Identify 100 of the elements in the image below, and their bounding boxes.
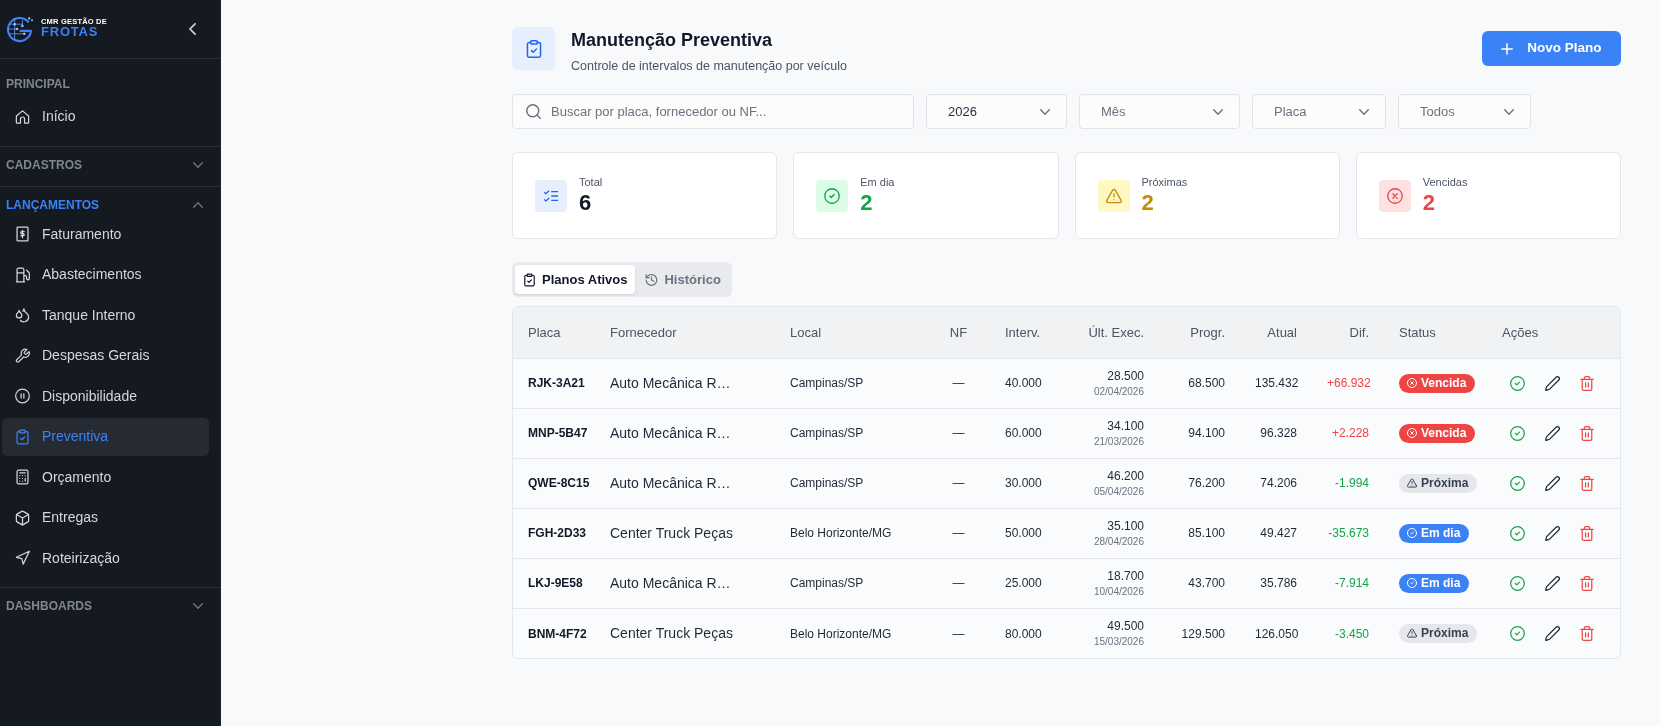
calculator-icon (15, 469, 30, 486)
package-icon (15, 509, 30, 526)
filter-dropdown[interactable]: 2026 (926, 94, 1067, 130)
table-cell: 49.427 (1241, 508, 1313, 559)
table-cell: +66.932 (1313, 358, 1385, 409)
navigation-arrow-icon (15, 550, 30, 567)
search-field[interactable]: Buscar por placa, fornecedor ou NF... (512, 94, 914, 130)
sidebar-item[interactable]: Entregas (2, 499, 209, 537)
circle-x-icon (1407, 378, 1417, 389)
date-text: 05/04/2026 (1092, 484, 1144, 498)
table-cell: 85.100 (1160, 508, 1241, 559)
filter-dropdown[interactable]: Placa (1252, 94, 1386, 130)
chevron-down-icon (193, 603, 203, 609)
circle-check-icon (1407, 528, 1417, 539)
column-header: Fornecedor (596, 307, 776, 359)
logo-icon (6, 14, 33, 44)
filter-dropdown[interactable]: Mês (1079, 94, 1240, 130)
circle-check-icon (1407, 578, 1417, 589)
circle-check-icon (1509, 375, 1525, 391)
tab[interactable]: Histórico (637, 265, 729, 295)
table-cell: 74.206 (1241, 458, 1313, 509)
sidebar-item[interactable]: Orçamento (2, 458, 209, 496)
stat-value: 6 (579, 191, 593, 216)
stat-label: Total (579, 176, 603, 190)
table-cell: 43.700 (1160, 558, 1241, 609)
search-icon (526, 104, 541, 120)
chevron-down-icon (1040, 108, 1050, 115)
section-toggle[interactable]: CADASTROS (0, 153, 220, 176)
table-cell: -1.994 (1313, 458, 1385, 509)
stat-label: Vencidas (1422, 176, 1468, 190)
history-icon (645, 272, 659, 287)
table-cell: -35.673 (1313, 508, 1385, 559)
circle-check-icon (1509, 425, 1525, 441)
section-toggle[interactable]: LANÇAMENTOS (0, 193, 220, 216)
trash-icon (1580, 575, 1594, 591)
column-header: Atual (1241, 307, 1313, 359)
column-header: Progr. (1160, 307, 1241, 359)
trash-icon (1580, 625, 1594, 641)
sidebar-item[interactable]: Roteirização (2, 539, 209, 577)
circle-check-icon (1509, 525, 1525, 541)
table-cell: Campinas/SP (776, 458, 926, 509)
status-badge: Próxima (1399, 473, 1478, 493)
stat-value: 2 (860, 191, 874, 216)
table-cell: 76.200 (1160, 458, 1241, 509)
section-title: PRINCIPAL (5, 76, 71, 93)
home-icon (15, 108, 30, 125)
sidebar-item[interactable]: Tanque Interno (2, 296, 209, 334)
new-plan-button[interactable]: Novo Plano (1482, 31, 1621, 66)
chevron-down-icon (1504, 108, 1514, 115)
odometer-value: 46.200 (1106, 469, 1144, 485)
trash-icon (1580, 475, 1594, 491)
table-cell: BNM-4F72 (513, 608, 596, 659)
table-cell: 129.500 (1160, 608, 1241, 659)
table-cell: 30.000 (991, 458, 1053, 509)
sidebar-item[interactable]: Abastecimentos (2, 256, 209, 294)
status-badge: Em dia (1399, 573, 1470, 593)
status-badge: Próxima (1399, 623, 1478, 643)
column-header: Placa (513, 307, 596, 359)
stat-value: 2 (1141, 191, 1155, 216)
table-cell: Center Truck Peças (596, 508, 776, 559)
column-header: Ações (1487, 307, 1620, 359)
table-cell: 96.328 (1241, 408, 1313, 459)
pencil-icon (1544, 575, 1560, 591)
status-badge: Vencida (1399, 373, 1476, 393)
fuel-pump-icon (15, 266, 30, 283)
stat-label: Em dia (860, 176, 895, 190)
tab[interactable]: Planos Ativos (515, 265, 636, 295)
dollar-receipt-icon (15, 226, 30, 243)
pencil-icon (1544, 625, 1560, 641)
table-cell: -7.914 (1313, 558, 1385, 609)
sidebar-item[interactable]: Disponibilidade (2, 377, 209, 415)
table-cell: 50.000 (991, 508, 1053, 559)
pencil-icon (1544, 375, 1560, 391)
table-cell: MNP-5B47 (513, 408, 596, 459)
sidebar-item[interactable]: Despesas Gerais (2, 337, 209, 375)
pencil-icon (1544, 425, 1560, 441)
clipboard-check-icon (512, 27, 555, 70)
sidebar-item[interactable]: Faturamento (2, 215, 209, 253)
warning-triangle-icon (1407, 628, 1417, 639)
chevron-down-icon (1359, 108, 1369, 115)
circle-check-icon (1509, 625, 1525, 641)
sidebar-item[interactable]: Preventiva (2, 418, 209, 456)
table-cell: Campinas/SP (776, 408, 926, 459)
table-cell: 25.000 (991, 558, 1053, 609)
section-toggle[interactable]: DASHBOARDS (0, 595, 220, 617)
filter-dropdown[interactable]: Todos (1398, 94, 1531, 130)
table-cell: Auto Mecânica R… (596, 558, 776, 609)
status-badge: Vencida (1399, 423, 1476, 443)
sidebar-item[interactable]: Início (2, 98, 209, 136)
table-cell: QWE-8C15 (513, 458, 596, 509)
table-cell: RJK-3A21 (513, 358, 596, 409)
table-cell: LKJ-9E58 (513, 558, 596, 609)
pencil-icon (1544, 525, 1560, 541)
date-text: 28/04/2026 (1092, 534, 1144, 548)
table-cell: Campinas/SP (776, 358, 926, 409)
trash-icon (1580, 375, 1594, 391)
date-text: 10/04/2026 (1092, 584, 1144, 598)
column-header: NF (926, 307, 991, 359)
trash-icon (1580, 425, 1594, 441)
date-text: 15/03/2026 (1092, 634, 1144, 648)
